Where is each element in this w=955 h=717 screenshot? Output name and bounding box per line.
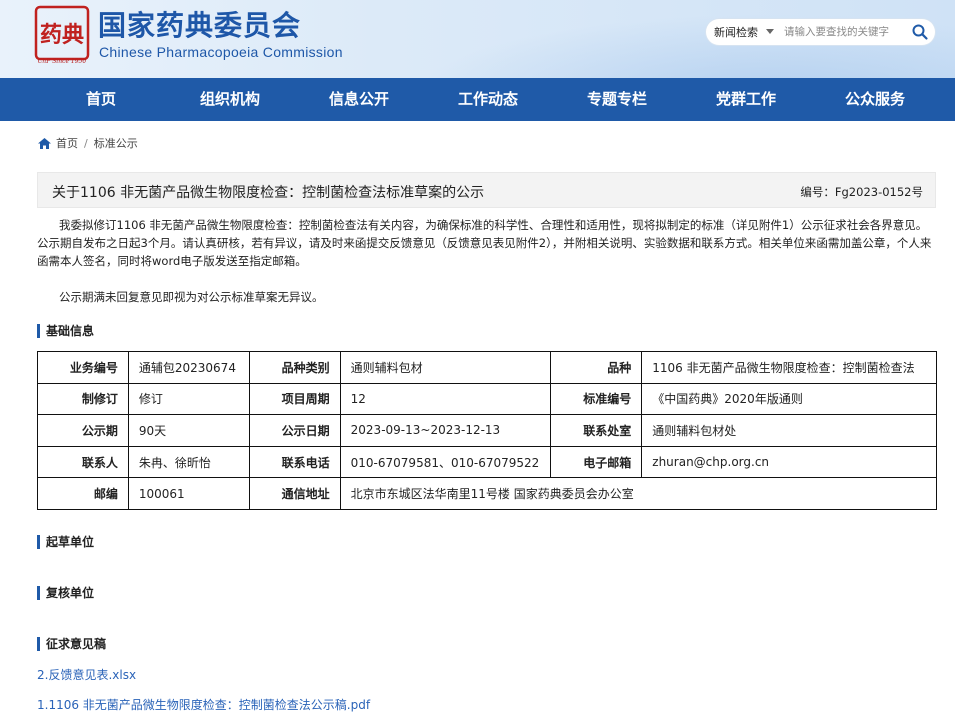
logo-since: ChP Since 1950 (37, 58, 87, 65)
table-label: 业务编号 (37, 351, 129, 384)
table-label: 公示日期 (248, 414, 341, 447)
table-value: 12 (339, 382, 552, 416)
basic-info-table: 业务编号 通辅包20230674 品种类别 通则辅料包材 品种 1106 非无菌… (37, 351, 938, 510)
table-label: 电子邮箱 (550, 445, 643, 479)
table-label: 品种类别 (248, 351, 341, 384)
nav-item-work-news[interactable]: 工作动态 (438, 78, 538, 121)
table-value: 100061 (127, 477, 250, 510)
table-value: 通辅包20230674 (127, 351, 250, 384)
site-title[interactable]: 国家药典委员会 (98, 4, 301, 44)
article-paragraph-2: 公示期满未回复意见即视为对公示标准草案无异议。 (59, 290, 324, 304)
table-row: 邮编 100061 通信地址 北京市东城区法华南里11号楼 国家药典委员会办公室 (37, 477, 938, 510)
table-label: 品种 (550, 351, 643, 384)
chevron-down-icon[interactable] (766, 29, 774, 34)
nav-item-home[interactable]: 首页 (51, 78, 151, 121)
search-category-select[interactable]: 新闻检索 (714, 24, 758, 40)
section-review-unit: 复核单位 (37, 586, 94, 600)
nav-item-special-topics[interactable]: 专题专栏 (567, 78, 667, 121)
search-icon[interactable] (911, 23, 929, 41)
site-subtitle: Chinese Pharmacopoeia Commission (99, 44, 343, 60)
table-row: 公示期 90天 公示日期 2023-09-13~2023-12-13 联系处室 … (37, 414, 937, 447)
search-box: 新闻检索 (706, 19, 935, 45)
table-row: 业务编号 通辅包20230674 品种类别 通则辅料包材 品种 1106 非无菌… (37, 351, 937, 384)
main-nav: 首页 组织机构 信息公开 工作动态 专题专栏 党群工作 公众服务 (0, 78, 955, 121)
table-value: 《中国药典》2020年版通则 (641, 382, 937, 416)
table-value: 通则辅料包材处 (641, 414, 937, 447)
attachment-link-draft-pdf[interactable]: 1.1106 非无菌产品微生物限度检查：控制菌检查法公示稿.pdf (37, 696, 370, 713)
section-basic-info: 基础信息 (37, 324, 94, 338)
breadcrumb-current[interactable]: 标准公示 (94, 135, 138, 151)
table-label: 项目周期 (248, 382, 341, 416)
table-label: 通信地址 (248, 477, 341, 510)
table-label: 邮编 (37, 477, 129, 510)
home-icon[interactable] (38, 137, 51, 149)
article-paragraph-1: 我委拟修订1106 非无菌产品微生物限度检查：控制菌检查法有关内容，为确保标准的… (37, 218, 932, 268)
table-label: 联系电话 (248, 445, 341, 479)
table-value: 2023-09-13~2023-12-13 (339, 414, 552, 447)
table-value: 010-67079581、010-67079522 (339, 445, 552, 479)
table-label: 制修订 (37, 382, 129, 416)
table-row: 制修订 修订 项目周期 12 标准编号 《中国药典》2020年版通则 (37, 382, 937, 416)
table-label: 公示期 (37, 414, 129, 447)
nav-item-organization[interactable]: 组织机构 (180, 78, 280, 121)
table-label: 联系处室 (550, 414, 643, 447)
section-drafting-unit: 起草单位 (37, 535, 94, 549)
nav-item-party-work[interactable]: 党群工作 (696, 78, 796, 121)
site-header: 药典 ChP Since 1950 国家药典委员会 Chinese Pharma… (0, 0, 955, 78)
article-title-bar: 关于1106 非无菌产品微生物限度检查：控制菌检查法标准草案的公示 编号：Fg2… (37, 172, 936, 208)
table-row: 联系人 朱冉、徐昕怡 联系电话 010-67079581、010-6707952… (37, 445, 937, 479)
breadcrumb-separator: / (84, 136, 88, 150)
section-draft-documents: 征求意见稿 (37, 637, 106, 651)
table-label: 标准编号 (550, 382, 643, 416)
breadcrumb-home[interactable]: 首页 (56, 135, 78, 151)
table-value: 1106 非无菌产品微生物限度检查：控制菌检查法 (641, 351, 937, 384)
table-value: 通则辅料包材 (339, 351, 552, 384)
breadcrumb: 首页 / 标准公示 (38, 135, 138, 151)
table-value: 北京市东城区法华南里11号楼 国家药典委员会办公室 (339, 477, 938, 510)
logo-text: 药典 (40, 22, 84, 48)
table-value: 90天 (127, 414, 250, 447)
nav-item-public-service[interactable]: 公众服务 (825, 78, 925, 121)
nav-item-info-disclosure[interactable]: 信息公开 (309, 78, 409, 121)
logo-seal-icon[interactable]: 药典 (34, 5, 90, 61)
article-number: 编号：Fg2023-0152号 (800, 185, 923, 199)
table-value: 朱冉、徐昕怡 (127, 445, 250, 479)
table-value: zhuran@chp.org.cn (641, 445, 937, 479)
table-value: 修订 (127, 382, 250, 416)
table-label: 联系人 (37, 445, 129, 479)
attachment-link-feedback-form[interactable]: 2.反馈意见表.xlsx (37, 666, 136, 683)
search-input[interactable] (784, 22, 904, 42)
article-title: 关于1106 非无菌产品微生物限度检查：控制菌检查法标准草案的公示 (52, 185, 485, 201)
